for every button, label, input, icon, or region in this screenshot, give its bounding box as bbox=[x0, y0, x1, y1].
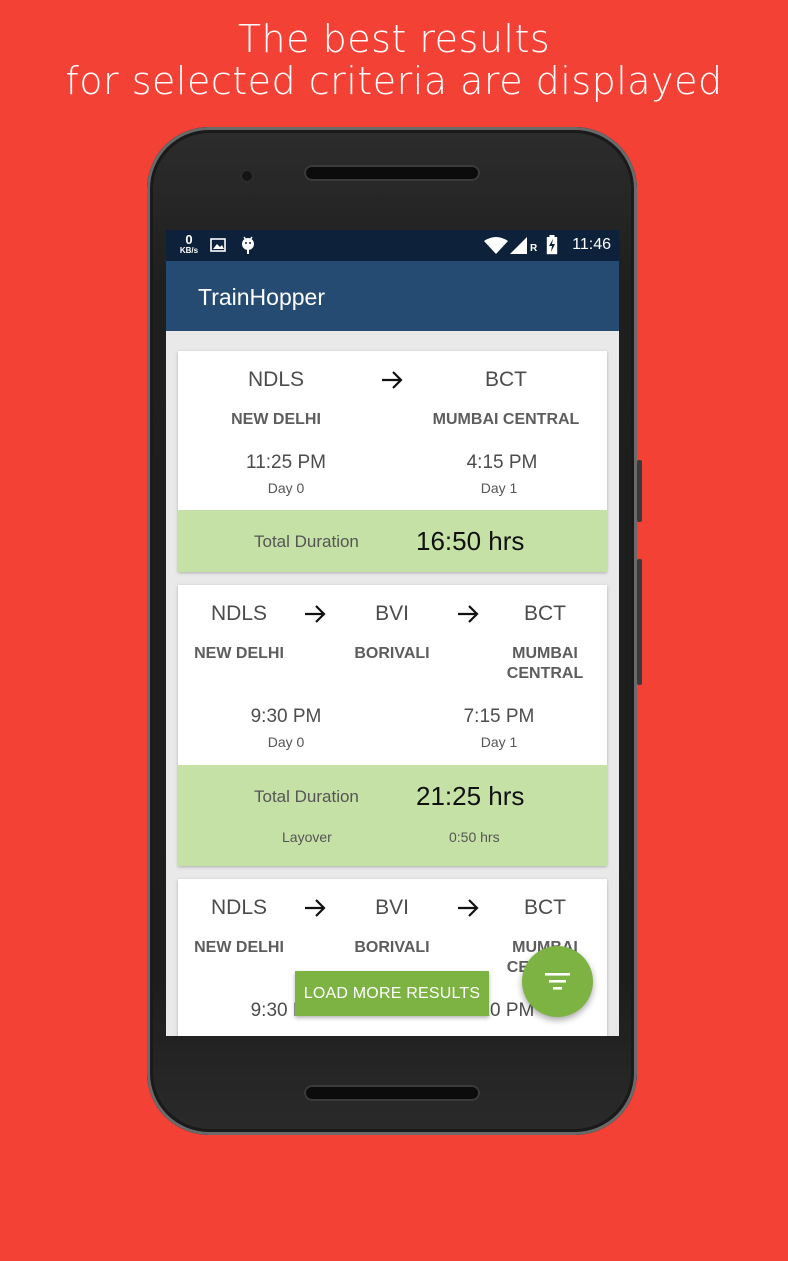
app-bar: TrainHopper bbox=[166, 261, 619, 331]
destination-name: MUMBAI CENTRAL bbox=[432, 411, 580, 428]
departure-time: 11:25 PM bbox=[246, 452, 326, 473]
layover-label: Layover bbox=[282, 829, 332, 845]
arrival-time: 7:15 PM bbox=[463, 706, 535, 727]
origin-name: NEW DELHI bbox=[231, 411, 321, 428]
filter-sort-icon bbox=[545, 973, 570, 990]
filter-fab[interactable] bbox=[522, 946, 593, 1017]
arrival-time: 4:15 PM bbox=[466, 452, 538, 473]
app-screen: 0 KB/s R 11:46 TrainHopper NDLS BCT NEW … bbox=[166, 230, 619, 1036]
signal-icon bbox=[510, 237, 527, 254]
wifi-icon bbox=[484, 237, 508, 254]
front-camera bbox=[240, 169, 254, 183]
duration-label: Total Duration bbox=[254, 787, 359, 806]
bottom-speaker bbox=[304, 1085, 480, 1101]
result-card-connecting[interactable]: NDLS BVI BCT NEW DELHI BORIVALI MUMBAI C… bbox=[178, 585, 607, 866]
duration-value: 21:25 hrs bbox=[416, 781, 525, 811]
battery-charging-icon bbox=[546, 235, 558, 255]
via-code: BVI bbox=[375, 896, 409, 919]
load-more-button[interactable]: LOAD MORE RESULTS bbox=[295, 971, 489, 1016]
destination-name-line-2: CENTRAL bbox=[506, 665, 584, 682]
top-speaker bbox=[304, 165, 480, 181]
duration-band: Total Duration 21:25 hrs Layover 0:50 hr… bbox=[178, 765, 607, 866]
layover-value: 0:50 hrs bbox=[449, 829, 500, 845]
duration-label: Total Duration bbox=[254, 532, 359, 551]
android-debug-icon bbox=[242, 236, 254, 254]
duration-band: Total Duration 16:50 hrs bbox=[178, 510, 607, 572]
destination-code: BCT bbox=[524, 602, 566, 625]
promo-line-2: for selected criteria are displayed bbox=[65, 59, 723, 103]
image-notification-icon bbox=[210, 238, 226, 252]
roaming-indicator: R bbox=[530, 243, 538, 254]
data-speed-icon: 0 KB/s bbox=[179, 232, 199, 255]
origin-code: NDLS bbox=[247, 368, 305, 391]
result-card-direct[interactable]: NDLS BCT NEW DELHI MUMBAI CENTRAL 11:25 … bbox=[178, 351, 607, 572]
promo-line-1: The best results bbox=[237, 17, 551, 61]
duration-value: 16:50 hrs bbox=[416, 526, 525, 556]
status-bar: 0 KB/s R 11:46 bbox=[166, 230, 619, 261]
departure-time: 9:30 PM bbox=[250, 706, 322, 727]
arrival-day: Day 1 bbox=[480, 480, 518, 496]
promo-headline: The best results for selected criteria a… bbox=[0, 18, 788, 102]
origin-name: NEW DELHI bbox=[194, 939, 284, 956]
arrow-right-icon bbox=[382, 371, 403, 389]
via-name: BORIVALI bbox=[354, 939, 430, 956]
arrival-day: Day 1 bbox=[480, 734, 518, 750]
app-title: TrainHopper bbox=[198, 284, 325, 310]
destination-code: BCT bbox=[485, 368, 527, 391]
departure-day: Day 0 bbox=[267, 734, 305, 750]
origin-code: NDLS bbox=[210, 896, 268, 919]
destination-name-line-1: MUMBAI bbox=[512, 645, 578, 662]
origin-name: NEW DELHI bbox=[194, 645, 284, 662]
destination-code: BCT bbox=[524, 896, 566, 919]
power-button bbox=[637, 460, 642, 522]
volume-rocker bbox=[637, 559, 642, 685]
clock: 11:46 bbox=[572, 236, 611, 253]
via-code: BVI bbox=[375, 602, 409, 625]
origin-code: NDLS bbox=[210, 602, 268, 625]
departure-day: Day 0 bbox=[267, 480, 305, 496]
via-name: BORIVALI bbox=[354, 645, 430, 662]
